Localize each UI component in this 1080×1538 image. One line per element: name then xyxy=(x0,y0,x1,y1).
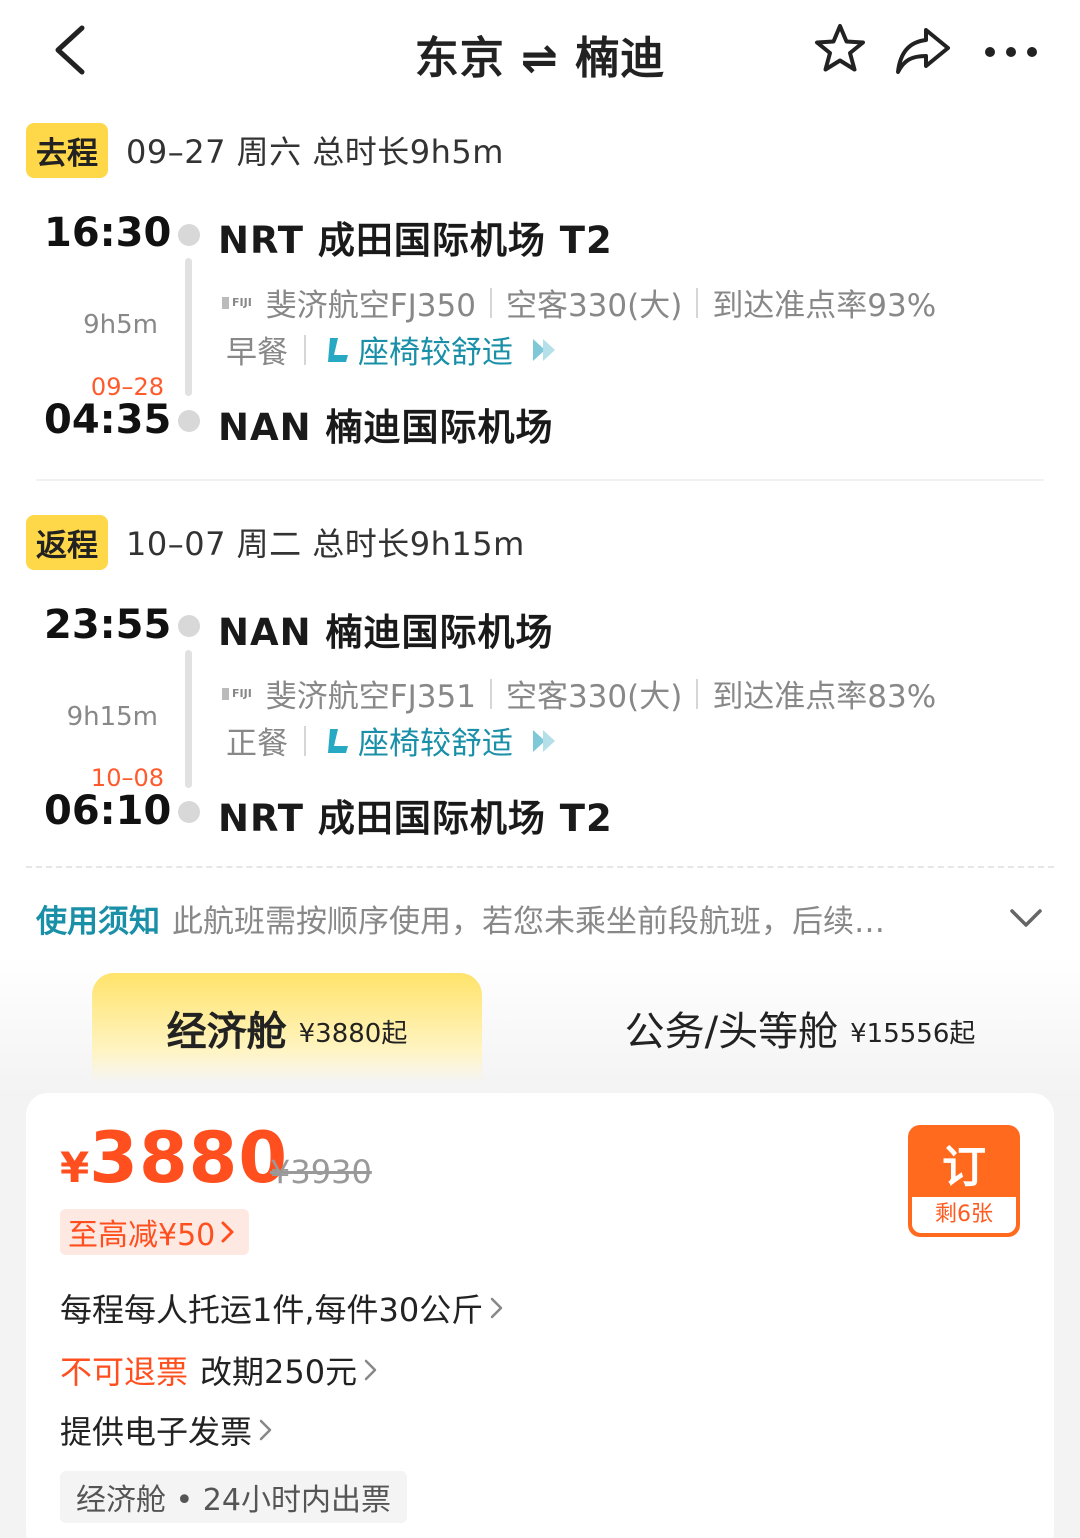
share-icon[interactable] xyxy=(892,20,952,80)
return-arrive-airport: NRT 成田国际机场 T2 xyxy=(218,797,613,840)
return-arrive-time: 06:10 xyxy=(44,788,172,834)
separator xyxy=(696,678,699,709)
seat-comfort-label: 座椅较舒适 xyxy=(358,335,513,371)
separator xyxy=(304,725,306,756)
usage-notice[interactable]: 使用须知 此航班需按顺序使用，若您未乘坐前段航班，后续… xyxy=(36,893,1046,943)
discount-label: 至高减¥50 xyxy=(68,1218,216,1253)
separator xyxy=(489,678,492,709)
cabin-tab-label: 公务/头等舱 xyxy=(624,1009,839,1055)
return-header: 返程 10–07 周二 总时长9h15m xyxy=(26,514,525,570)
outbound-depart-time: 16:30 xyxy=(44,210,172,256)
cabin-info-chip: 经济舱 • 24小时内出票 xyxy=(60,1471,407,1523)
seat-comfort-link[interactable]: 座椅较舒适 xyxy=(322,718,563,763)
return-depart-time: 23:55 xyxy=(44,602,172,648)
outbound-info: 09–27 周六 总时长9h5m xyxy=(126,133,504,171)
chevron-right-icon xyxy=(491,1297,503,1319)
aircraft-type: 空客330(大) xyxy=(505,679,683,715)
timeline-dot xyxy=(178,410,200,432)
cabin-tab-price: ¥15556起 xyxy=(850,1018,976,1049)
price-currency: ¥ xyxy=(60,1143,90,1192)
outbound-header: 去程 09–27 周六 总时长9h5m xyxy=(26,122,504,178)
cabin-tab-price: ¥3880起 xyxy=(298,1018,408,1049)
double-chevron-icon xyxy=(533,338,555,361)
cabin-tab-label: 经济舱 xyxy=(166,1009,287,1055)
return-meal-line: 正餐 座椅较舒适 xyxy=(226,718,563,763)
book-button[interactable]: 订 剩6张 xyxy=(908,1125,1020,1237)
separator xyxy=(304,334,306,365)
ontime-rate: 到达准点率93% xyxy=(712,288,937,324)
timeline-dot xyxy=(178,224,200,246)
timeline-line xyxy=(185,258,192,396)
chevron-right-icon xyxy=(364,1359,377,1381)
return-duration: 9h15m xyxy=(66,702,158,732)
refund-rule[interactable]: 不可退票 改期250元 xyxy=(60,1347,379,1393)
invoice-text: 提供电子发票 xyxy=(60,1413,253,1451)
outbound-tag: 去程 xyxy=(26,122,108,178)
invoice-rule[interactable]: 提供电子发票 xyxy=(60,1407,274,1453)
star-icon[interactable] xyxy=(810,20,870,80)
more-icon[interactable] xyxy=(982,20,1042,80)
notice-text: 此航班需按顺序使用，若您未乘坐前段航班，后续… xyxy=(172,903,885,940)
meal-info: 正餐 xyxy=(226,726,288,762)
return-flight-info: FIJI 斐济航空FJ351 空客330(大) 到达准点率83% xyxy=(222,671,936,716)
seat-comfort-label: 座椅较舒适 xyxy=(358,726,513,762)
discount-badge[interactable]: 至高减¥50 xyxy=(60,1209,250,1255)
timeline-dot xyxy=(178,615,200,637)
return-tag: 返程 xyxy=(26,514,108,570)
tab-business-first[interactable]: 公务/头等舱 ¥15556起 xyxy=(560,973,1040,1083)
segment-divider xyxy=(36,479,1044,481)
aircraft-type: 空客330(大) xyxy=(505,288,683,324)
timeline-line xyxy=(185,650,192,788)
fare-price: ¥ 3880 xyxy=(60,1117,288,1199)
price-value: 3880 xyxy=(89,1117,289,1199)
return-info: 10–07 周二 总时长9h15m xyxy=(126,525,525,563)
timeline-dot xyxy=(178,801,200,823)
tab-economy[interactable]: 经济舱 ¥3880起 xyxy=(92,973,482,1083)
flight-number: 斐济航空FJ351 xyxy=(265,679,476,715)
outbound-depart-airport: NRT 成田国际机场 T2 xyxy=(218,219,613,262)
outbound-duration: 9h5m xyxy=(83,310,158,340)
flight-number: 斐济航空FJ350 xyxy=(265,288,476,324)
ontime-rate: 到达准点率83% xyxy=(712,679,937,715)
airline-logo: FIJI xyxy=(222,296,252,309)
refund-text: 不可退票 xyxy=(60,1353,189,1391)
chevron-right-icon xyxy=(259,1419,272,1441)
double-chevron-icon xyxy=(533,729,555,752)
baggage-rule[interactable]: 每程每人托运1件,每件30公斤 xyxy=(60,1285,505,1331)
fare-card: ¥ 3880 ¥3930 至高减¥50 订 剩6张 每程每人托运1件,每件30公… xyxy=(26,1093,1054,1538)
seat-comfort-link[interactable]: 座椅较舒适 xyxy=(322,327,563,372)
separator xyxy=(489,287,492,318)
airline-logo: FIJI xyxy=(222,687,252,700)
original-price: ¥3930 xyxy=(270,1153,372,1191)
dashed-divider xyxy=(26,866,1054,868)
chevron-right-icon xyxy=(221,1221,234,1243)
meal-info: 早餐 xyxy=(226,335,288,371)
change-fee-text: 改期250元 xyxy=(200,1353,358,1391)
chevron-down-icon xyxy=(1010,909,1042,927)
outbound-flight-info: FIJI 斐济航空FJ350 空客330(大) 到达准点率93% xyxy=(222,280,936,325)
return-depart-airport: NAN 楠迪国际机场 xyxy=(218,611,554,654)
top-nav-bar: 东京 ⇌ 楠迪 xyxy=(0,0,1080,100)
outbound-arrive-time: 04:35 xyxy=(44,397,172,443)
outbound-arrive-airport: NAN 楠迪国际机场 xyxy=(218,406,554,449)
outbound-meal-line: 早餐 座椅较舒适 xyxy=(226,327,563,372)
baggage-text: 每程每人托运1件,每件30公斤 xyxy=(60,1291,484,1329)
seat-icon xyxy=(328,337,348,362)
seat-icon xyxy=(328,728,348,753)
notice-label: 使用须知 xyxy=(36,903,160,940)
separator xyxy=(696,287,699,318)
book-label: 订 xyxy=(942,1142,986,1193)
remaining-seats: 剩6张 xyxy=(912,1197,1016,1233)
